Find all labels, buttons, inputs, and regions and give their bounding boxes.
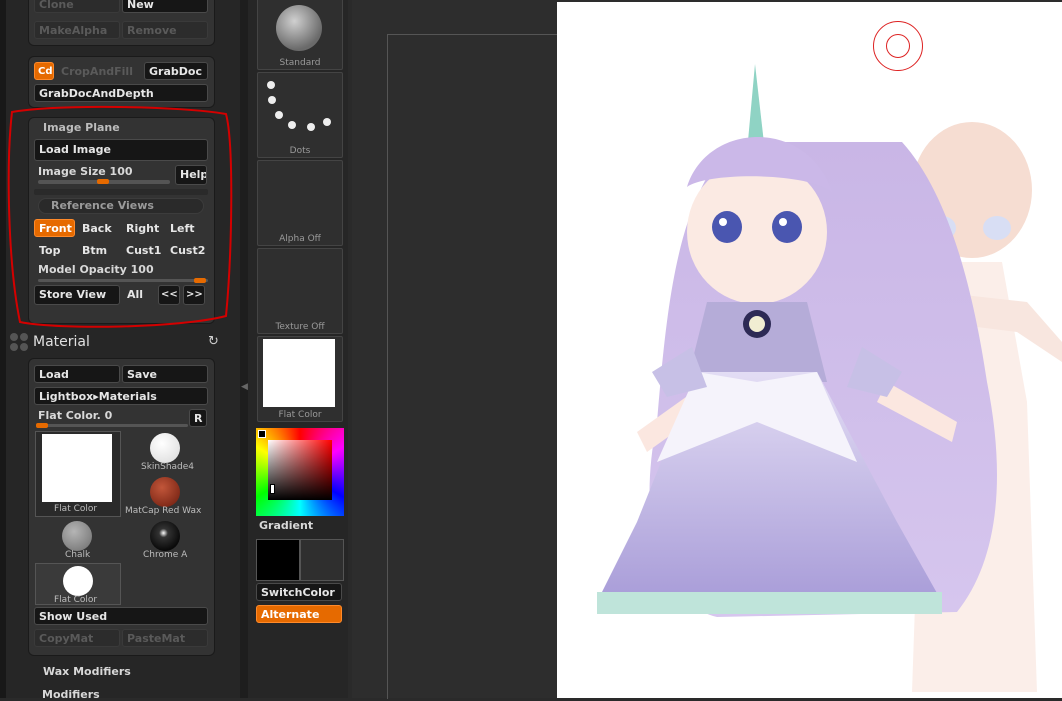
alpha-slot[interactable]: Alpha Off — [257, 160, 343, 246]
new-button[interactable]: New — [122, 0, 208, 13]
material-thumb-caption: Chrome A — [143, 550, 188, 560]
material-thumb-caption: Chalk — [65, 550, 91, 560]
highlight-ring — [7, 105, 233, 328]
grabdoc-button[interactable]: GrabDoc — [144, 62, 208, 80]
flat-color-label: Flat Color. — [38, 409, 101, 422]
dots-stroke-icon — [267, 81, 331, 131]
flat-color-slider-label: Flat Color. 0 — [38, 409, 112, 422]
material-thumb-caption: SkinShade4 — [141, 462, 195, 472]
stroke-caption: Dots — [289, 146, 311, 156]
flat-color-sphere — [63, 566, 93, 596]
left-tray: Clone New MakeAlpha Remove Cd CropAndFil… — [0, 0, 240, 701]
canvas-viewport[interactable] — [352, 0, 1062, 699]
material-thumb-caption: Flat Color — [54, 595, 98, 605]
switchcolor-button[interactable]: SwitchColor — [256, 583, 342, 601]
flat-color-swatch — [42, 434, 112, 502]
modifiers-subpalette[interactable]: Modifiers — [42, 688, 100, 701]
main-color-indicator — [258, 430, 266, 438]
wax-modifiers-subpalette[interactable]: Wax Modifiers — [43, 665, 131, 678]
grabdocanddepth-button[interactable]: GrabDocAndDepth — [34, 84, 208, 102]
brush-cursor-inner — [886, 34, 910, 58]
red-wax-sphere — [150, 477, 180, 507]
texture-caption: Texture Off — [275, 322, 325, 332]
material-thumb-matcap-red-wax[interactable]: MatCap Red Wax — [123, 475, 207, 516]
brush-caption: Standard — [279, 58, 321, 68]
material-thumb-caption: MatCap Red Wax — [125, 506, 202, 516]
material-thumb-skinshade4[interactable]: SkinShade4 — [123, 431, 207, 472]
copymat-button[interactable]: CopyMat — [34, 629, 120, 647]
material-panel: Load Save Lightbox▸Materials Flat Color.… — [28, 358, 215, 656]
brush-cursor — [873, 21, 923, 71]
flat-color-slider[interactable] — [36, 424, 188, 427]
texture-slot[interactable]: Texture Off — [257, 248, 343, 334]
material-thumb-caption: Flat Color — [54, 504, 98, 514]
gradient-toggle[interactable]: Gradient — [259, 519, 313, 532]
material-thumb-chalk[interactable]: Chalk — [35, 519, 119, 560]
brush-icon — [276, 5, 322, 51]
material-thumb-chrome-a[interactable]: Chrome A — [123, 519, 207, 560]
tool-panel: Clone New MakeAlpha Remove — [28, 0, 215, 46]
cd-button[interactable]: Cd — [34, 62, 54, 80]
alternate-button[interactable]: Alternate — [256, 605, 342, 623]
skinshade4-sphere — [150, 433, 180, 463]
lightbox-materials-button[interactable]: Lightbox▸Materials — [34, 387, 208, 405]
chalk-sphere — [62, 521, 92, 551]
shelf-column: Standard Dots Alpha Off Texture Off Flat… — [248, 0, 348, 698]
main-color-swatch[interactable] — [256, 539, 300, 581]
palette-drag-icon[interactable] — [10, 333, 30, 353]
material-slot-swatch — [263, 339, 335, 407]
material-load-button[interactable]: Load — [34, 365, 120, 383]
cropandfill-button[interactable]: CropAndFill — [56, 62, 142, 80]
flat-color-slider-knob[interactable] — [36, 423, 48, 428]
stroke-slot[interactable]: Dots — [257, 72, 343, 158]
r-button[interactable]: R — [189, 409, 207, 427]
brush-slot[interactable]: Standard — [257, 0, 343, 70]
collapse-arrow-icon: ◀ — [241, 382, 248, 392]
remove-button[interactable]: Remove — [122, 21, 208, 39]
material-thumb-flat-color-2[interactable]: Flat Color — [35, 563, 121, 605]
character-reference-image — [597, 64, 1062, 692]
makealpha-button[interactable]: MakeAlpha — [34, 21, 120, 39]
color-picker-square[interactable] — [268, 440, 332, 500]
clone-button[interactable]: Clone — [34, 0, 120, 13]
color-picker-cursor[interactable] — [270, 484, 275, 494]
pastemat-button[interactable]: PasteMat — [122, 629, 208, 647]
material-thumb-flat-color[interactable]: Flat Color — [35, 431, 121, 517]
secondary-color-swatch[interactable] — [300, 539, 344, 581]
alpha-caption: Alpha Off — [279, 234, 321, 244]
tray-collapse-handle[interactable]: ◀ — [240, 0, 248, 698]
material-slot[interactable]: Flat Color — [257, 336, 343, 422]
show-used-button[interactable]: Show Used — [34, 607, 208, 625]
color-picker[interactable] — [256, 428, 344, 516]
material-title[interactable]: Material — [33, 334, 90, 350]
material-caption: Flat Color — [278, 410, 322, 420]
chrome-sphere — [150, 521, 180, 551]
material-save-button[interactable]: Save — [122, 365, 208, 383]
refresh-icon[interactable]: ↻ — [208, 334, 219, 349]
document-panel: Cd CropAndFill GrabDoc GrabDocAndDepth — [28, 56, 215, 108]
flat-color-value: 0 — [104, 409, 113, 422]
reference-image-plane — [557, 2, 1062, 698]
